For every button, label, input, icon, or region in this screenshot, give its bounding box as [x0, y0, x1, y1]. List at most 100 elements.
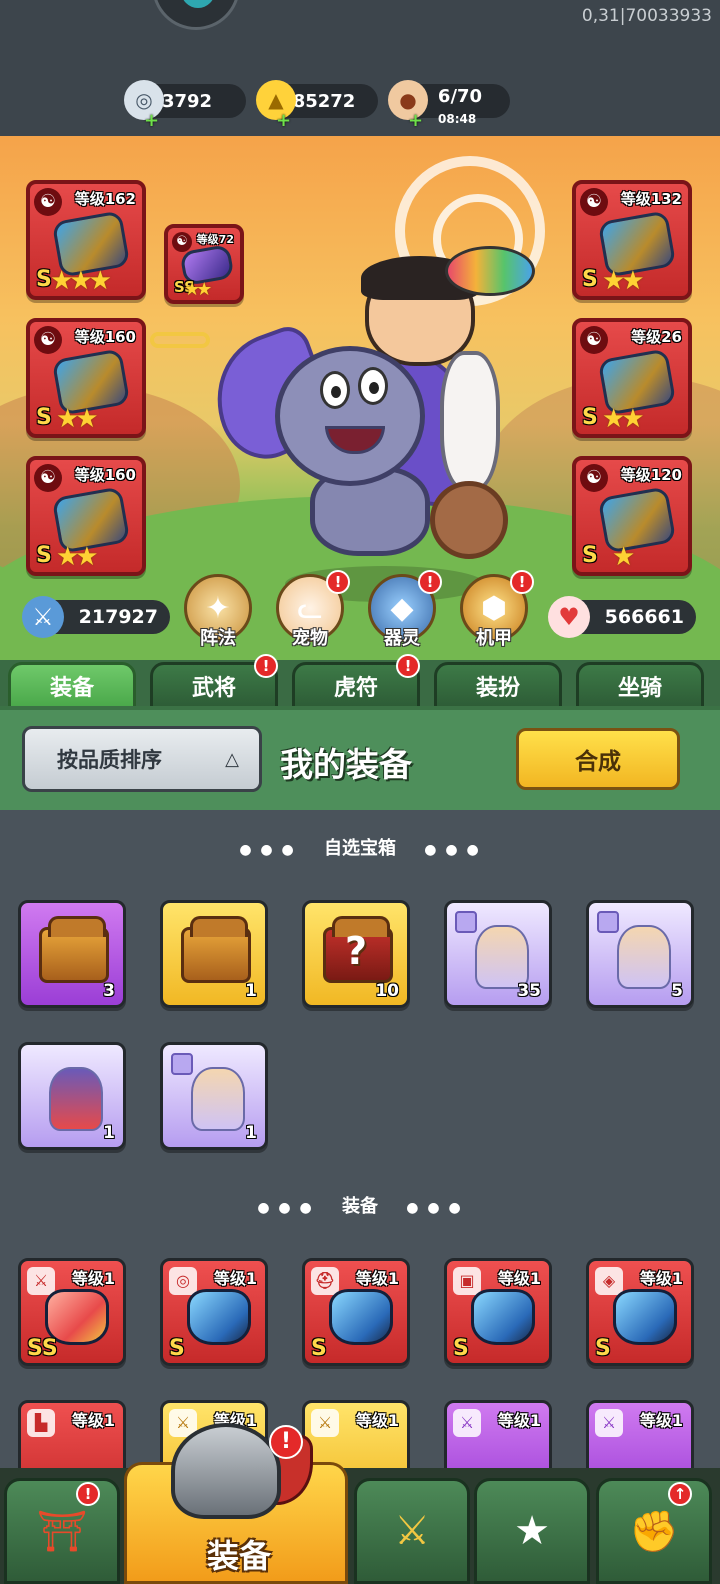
yin-yang-icon: ☯ — [580, 464, 608, 492]
item-level: 等级1 — [497, 1411, 541, 1430]
mecha-button[interactable]: ⬢ ! 机甲 — [456, 570, 534, 658]
nav-upgrade[interactable]: ✊ — [596, 1478, 712, 1584]
attack-value: 217927 — [78, 606, 158, 628]
fragment-item[interactable]: 5 — [586, 900, 694, 1008]
bracer-icon — [613, 1289, 677, 1345]
notification-badge: ! — [418, 570, 442, 594]
item-count: 3 — [103, 981, 115, 1001]
player-avatar[interactable] — [152, 0, 240, 30]
pet-label: 宠物 — [292, 628, 328, 649]
notification-badge: ! — [76, 1482, 100, 1506]
attack-stat: ⚔ 217927 — [22, 596, 170, 638]
necklace-icon — [187, 1289, 251, 1345]
nav-hero[interactable]: ★ — [474, 1478, 590, 1584]
nav-equipment[interactable]: ! 装备 — [124, 1423, 348, 1584]
equipped-slot-right-1[interactable]: ☯ 等级132 S ★★ — [572, 180, 692, 300]
equip-grade: S — [36, 543, 52, 568]
equipment-section-title: ● ● ● 装备 ● ● ● — [0, 1192, 720, 1218]
nav-battle[interactable]: ⚔ — [354, 1478, 470, 1584]
necklace-slot-icon: ◎ — [169, 1267, 197, 1295]
equipment-toolbar: 按品质排序 △ 我的装备 合成 — [0, 706, 720, 810]
yin-yang-icon: ☯ — [34, 326, 62, 354]
equipped-slot-left-3[interactable]: ☯ 等级160 S ★★ — [26, 456, 146, 576]
rooster-icon: ★ — [514, 1508, 550, 1554]
item-grade: SS — [27, 1336, 58, 1361]
sort-label: 按品质排序 — [57, 748, 162, 772]
merge-button[interactable]: 合成 — [516, 728, 680, 790]
stamina-resource[interactable]: ● + 6/70 08:48 — [388, 80, 510, 131]
item-count: 10 — [375, 981, 399, 1001]
item-level: 等级1 — [639, 1269, 683, 1288]
item-count: 1 — [245, 981, 257, 1001]
puzzle-piece-icon — [597, 911, 619, 933]
stamina-plus-icon[interactable]: + — [408, 110, 423, 131]
equip-level: 等级72 — [196, 233, 234, 246]
gold-plus-icon[interactable]: + — [276, 110, 291, 131]
hero-fragment-icon — [617, 925, 671, 989]
fist-upgrade-icon: ✊ — [629, 1508, 679, 1555]
star-rating: ★ — [612, 542, 635, 572]
equipped-slot-left-2[interactable]: ☯ 等级160 S ★★ — [26, 318, 146, 438]
fragment-item[interactable]: 1 — [160, 1042, 268, 1150]
notification-badge: ! — [269, 1425, 303, 1459]
chest-item[interactable]: ? 10 — [302, 900, 410, 1008]
dots-ornament: ● ● ● — [406, 1200, 463, 1216]
chain-link-icon — [150, 332, 210, 348]
tab-label: 装扮 — [475, 676, 520, 701]
item-level: 等级1 — [71, 1269, 115, 1288]
equipment-item[interactable]: ◈ 等级1 S — [586, 1258, 694, 1366]
linked-item-slot[interactable]: ☯ 等级72 SS ★★ — [164, 224, 244, 304]
yin-yang-icon: ☯ — [172, 232, 192, 252]
item-level: 等级1 — [71, 1411, 115, 1430]
equipment-item[interactable]: ⚔ 等级1 SS — [18, 1258, 126, 1366]
tab-mount[interactable]: 坐骑 — [576, 662, 704, 710]
rabbit-pet — [440, 351, 500, 491]
helmet-icon — [329, 1289, 393, 1345]
spirit-button[interactable]: ◆ ! 器灵 — [364, 570, 442, 658]
item-count: 5 — [671, 981, 683, 1001]
hero-fragment-icon — [475, 925, 529, 989]
notification-badge: ! — [396, 654, 420, 678]
treasure-chest-icon — [39, 916, 109, 983]
pet-button[interactable]: ᓚ ! 宠物 — [272, 570, 350, 658]
question-mark-icon: ? — [345, 929, 368, 973]
equipment-item[interactable]: ▣ 等级1 S — [444, 1258, 552, 1366]
stamina-timer: 08:48 — [438, 112, 477, 126]
chest-section-title: ● ● ● 自选宝箱 ● ● ● — [0, 834, 720, 860]
shop-gate-icon: ⛩ — [36, 1508, 88, 1555]
silver-plus-icon[interactable]: + — [144, 110, 159, 131]
silver-resource[interactable]: ◎ + 3792 — [124, 80, 246, 131]
tab-equipment[interactable]: 装备 — [8, 662, 136, 710]
category-tabs: 装备 武将 ! 虎符 ! 装扮 坐骑 — [0, 654, 720, 710]
star-rating: ★★ — [602, 404, 645, 434]
equipment-item[interactable]: ⛑ 等级1 S — [302, 1258, 410, 1366]
sort-dropdown[interactable]: 按品质排序 △ — [22, 726, 262, 792]
equip-level: 等级132 — [620, 190, 682, 208]
item-level: 等级1 — [213, 1269, 257, 1288]
equipped-slot-right-2[interactable]: ☯ 等级26 S ★★ — [572, 318, 692, 438]
equipped-slot-right-3[interactable]: ☯ 等级120 S ★ — [572, 456, 692, 576]
bottom-navigation: ⛩ ! ! 装备 ⚔ ★ ✊ ↑ — [0, 1423, 720, 1584]
star-rating: ★★ — [184, 279, 212, 300]
yin-yang-icon: ☯ — [34, 188, 62, 216]
hp-value: 566661 — [604, 606, 684, 628]
chest-item[interactable]: 3 — [18, 900, 126, 1008]
hero-card-item[interactable]: 1 — [18, 1042, 126, 1150]
equipped-slot-left-1[interactable]: ☯ 等级162 S ★★★ — [26, 180, 146, 300]
equip-grade: S — [582, 543, 598, 568]
stamina-value: 6/70 — [437, 85, 483, 107]
nav-shop[interactable]: ⛩ — [4, 1478, 120, 1584]
weapon-slot-icon: ⚔ — [27, 1267, 55, 1295]
tab-label: 虎符 — [333, 676, 378, 701]
equipment-item[interactable]: ◎ 等级1 S — [160, 1258, 268, 1366]
notification-badge: ! — [326, 570, 350, 594]
chest-item[interactable]: 1 — [160, 900, 268, 1008]
equipment-section-label: 装备 — [342, 1196, 378, 1217]
equip-level: 等级162 — [74, 190, 136, 208]
merge-label: 合成 — [575, 749, 621, 775]
boots-slot-icon: ▙ — [27, 1409, 55, 1437]
tab-costume[interactable]: 装扮 — [434, 662, 562, 710]
gold-resource[interactable]: ▲ + 85272 — [256, 80, 378, 131]
formation-button[interactable]: ✦ 阵法 — [180, 574, 256, 658]
fragment-item[interactable]: 35 — [444, 900, 552, 1008]
